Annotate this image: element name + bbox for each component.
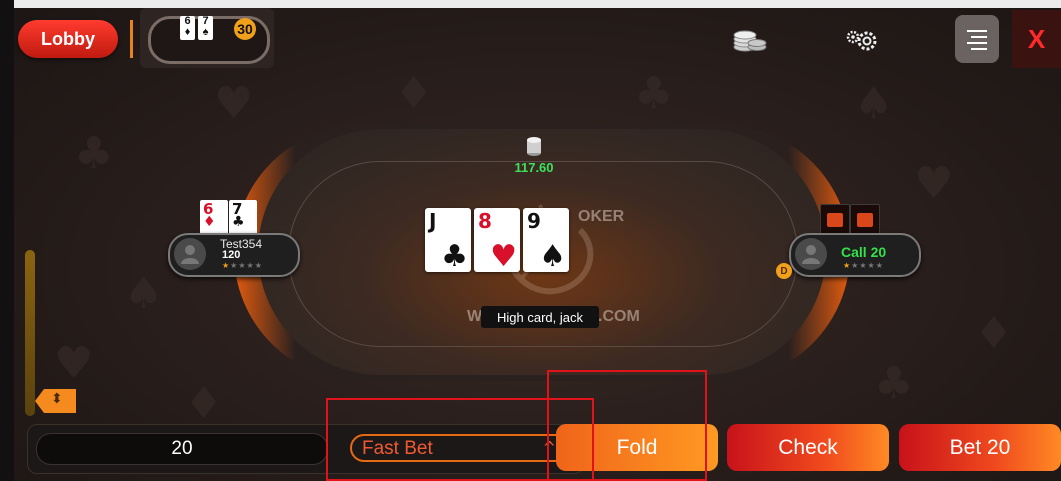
close-button[interactable]: X [1012,10,1061,68]
player-rating: ★★★★★ [843,261,884,270]
card-rank: J [429,209,437,233]
header-divider [130,20,133,58]
watermark-text-top: OKER [578,208,625,225]
mini-table-cards: 6 ♦ 7 ♠ [180,16,213,40]
background-heart-icon: ♥ [914,158,954,209]
player-last-action: Call 20 [841,244,887,260]
up-down-arrows-icon: ⬍ [51,391,63,407]
bet-slider-fill [25,250,35,416]
lobby-button[interactable]: Lobby [18,20,118,58]
dealer-button: D [776,263,792,279]
pot-chip-icon [527,137,541,156]
hero-seat[interactable]: Test354 120 ★★★★★ [168,233,300,277]
pot-amount: 117.60 [514,160,554,175]
settings-gear-icon[interactable] [845,28,881,52]
card-rank: 8 [478,209,492,233]
check-button[interactable]: Check [727,424,889,471]
menu-button[interactable] [955,15,999,63]
left-strip [0,0,14,481]
background-club-icon: ♣ [634,68,674,119]
player-rating: ★★★★★ [222,261,263,270]
community-card-2: 8 ♥ [474,208,520,272]
hamburger-menu-icon [967,30,987,50]
background-diamond-icon: ♦ [974,308,1014,359]
background-heart-icon: ♥ [214,78,254,129]
club-suit-icon: ♣ [232,214,245,230]
user-silhouette-icon [802,245,820,264]
watermark-text-right: .COM [598,308,640,325]
mini-table-badge: 30 [234,18,256,40]
background-diamond-icon: ♦ [184,378,224,429]
highlight-box-fold [547,370,707,481]
avatar [174,238,206,270]
mini-card-2: 7 ♠ [198,16,213,40]
mini-table-preview[interactable]: 6 ♦ 7 ♠ 30 [140,8,274,68]
top-strip [0,0,1061,8]
card-rank: 9 [527,209,541,233]
player-stack: 120 [222,249,241,261]
spade-suit-icon: ♠ [539,239,566,274]
diamond-suit-icon: ♦ [203,214,216,230]
opponent-seat[interactable]: Call 20 ★★★★★ [789,233,921,277]
user-silhouette-icon [181,245,199,264]
bet-amount-input[interactable]: 20 [36,433,328,465]
community-card-1: J ♣ [425,208,471,272]
background-spade-icon: ♠ [124,268,164,319]
heart-suit-icon: ♥ [490,239,517,274]
club-suit-icon: ♣ [441,239,468,274]
community-card-3: 9 ♠ [523,208,569,272]
watermark-text-left: W [467,308,483,325]
avatar [795,238,827,270]
hand-strength-tooltip: High card, jack [481,306,599,328]
background-diamond-icon: ♦ [394,68,434,119]
mini-card-1: 6 ♦ [180,16,195,40]
bet-button[interactable]: Bet 20 [899,424,1061,471]
background-club-icon: ♣ [74,128,114,179]
background-heart-icon: ♥ [54,338,94,389]
background-club-icon: ♣ [874,358,914,409]
chips-icon[interactable] [733,28,767,52]
background-spade-icon: ♠ [854,78,894,129]
